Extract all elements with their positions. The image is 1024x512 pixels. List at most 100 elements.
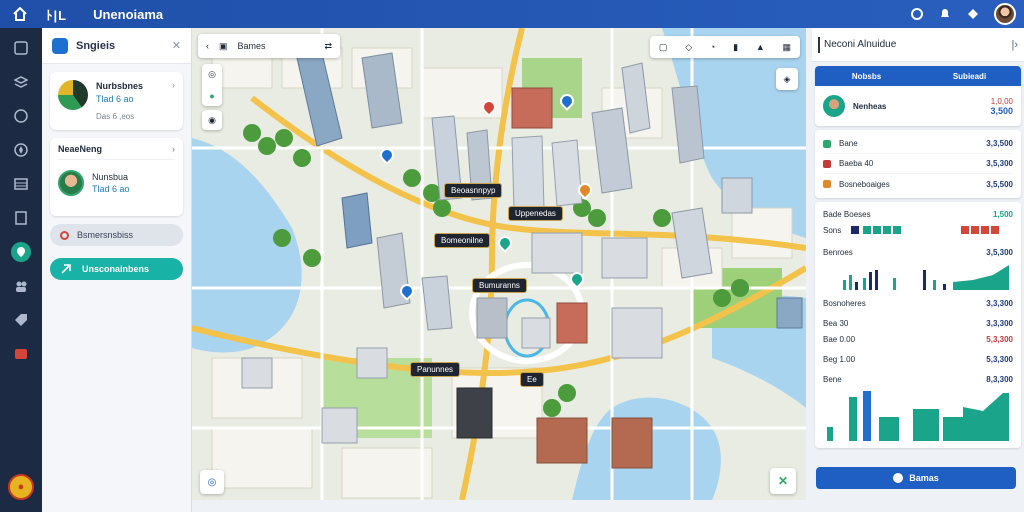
home-icon[interactable] — [0, 0, 40, 28]
stats-row: Bae 0.00 5,3,300 — [823, 331, 1013, 347]
sparkline-chart-1 — [843, 265, 1009, 290]
tab-1[interactable]: Nobsbs — [815, 72, 918, 81]
status-dot-icon — [823, 159, 831, 168]
stats-label: Bae 0.00 — [823, 334, 856, 344]
list-item-label: Bane — [839, 139, 858, 148]
status-dot-icon — [823, 139, 831, 148]
map-label[interactable]: Bomeonilne — [434, 233, 491, 248]
grid-icon[interactable]: ▢ — [659, 42, 668, 53]
list-item[interactable]: Baeba 40 3,5,300 — [823, 154, 1013, 174]
swap-icon[interactable]: ⇄ — [324, 41, 332, 52]
stats-label: Bosnoheres — [823, 298, 866, 308]
stats-label: Bene — [823, 374, 842, 384]
settings-icon[interactable] — [966, 7, 980, 21]
close-icon[interactable]: ✕ — [172, 39, 181, 52]
check-icon — [893, 473, 904, 483]
contact-sub: Tlad 6 ao — [92, 184, 130, 194]
stats-row: Sons — [823, 222, 1013, 238]
profile-badge[interactable]: ● — [8, 474, 34, 500]
stats-value: 5,3,300 — [986, 354, 1013, 364]
map-label[interactable]: Uppenedas — [508, 206, 563, 221]
top-bar: ﾄ|L Unenoiama — [0, 0, 1024, 28]
contact-avatar — [58, 170, 84, 196]
chevron-right-icon[interactable]: › — [172, 80, 175, 122]
person-tabs: Nobsbs Subieadi — [815, 66, 1021, 86]
compass-icon[interactable] — [11, 140, 31, 160]
summary-line-1: Nurbsbnes — [96, 81, 144, 91]
map-label[interactable]: Ee — [520, 372, 544, 387]
shield-icon[interactable]: ◇ — [685, 42, 692, 53]
stats-value: 3,5,300 — [986, 247, 1013, 257]
list-item-value: 3,5,500 — [986, 179, 1013, 189]
stats-value: 5,3,300 — [986, 334, 1013, 344]
stats-label: Sons — [823, 225, 842, 235]
stats-label: Beg 1.00 — [823, 354, 856, 364]
person-name: Nenheas — [853, 101, 887, 111]
bell-icon[interactable] — [938, 7, 952, 21]
right-panel: Neconi Alnuidue |› Nobsbs Subieadi Nenhe… — [812, 28, 1024, 512]
collapse-icon[interactable]: |› — [1011, 39, 1018, 51]
list-item[interactable]: Bane 3,3,500 — [823, 134, 1013, 154]
layers-icon[interactable]: ◈ — [776, 68, 798, 90]
list-icon[interactable] — [11, 174, 31, 194]
link-icon — [61, 264, 71, 274]
dashboard-icon[interactable] — [11, 38, 31, 58]
users-icon[interactable] — [11, 276, 31, 296]
cursor-icon[interactable]: ▲ — [756, 42, 765, 52]
icon-rail: ● — [0, 28, 42, 512]
map-label[interactable]: Panunnes — [410, 362, 461, 377]
filter-pill[interactable]: Bsmersnsbiss — [50, 224, 183, 246]
contact-card-title: NeaeNeng — [58, 144, 103, 154]
stats-row: Beg 1.00 5,3,300 — [823, 351, 1013, 367]
contact-card[interactable]: NeaeNeng › Nunsbua Tlad 6 ao — [50, 138, 183, 216]
tab-2[interactable]: Subieadi — [918, 72, 1021, 81]
primary-button-label: Bamas — [909, 473, 939, 483]
summary-card[interactable]: Nurbsbnes Tlad 6 ao Das 6 ,eos › — [50, 72, 183, 130]
color-scale — [851, 226, 1000, 234]
locate-icon[interactable]: ◉ — [202, 110, 222, 130]
layers-icon[interactable] — [11, 72, 31, 92]
alert-icon[interactable] — [11, 344, 31, 364]
right-panel-title: Neconi Alnuidue — [824, 39, 897, 50]
map-label[interactable]: Beoasnnpyp — [444, 183, 503, 198]
location-pin-icon[interactable] — [11, 242, 31, 262]
image-icon[interactable]: ▦ — [783, 42, 792, 53]
globe-icon[interactable] — [11, 106, 31, 126]
list-item-label: Bosneboaiges — [839, 179, 890, 189]
user-avatar[interactable] — [994, 3, 1016, 25]
zoom-out-icon[interactable]: ● — [209, 91, 214, 101]
page-title: Unenoiama — [93, 6, 164, 22]
divider — [818, 36, 820, 53]
primary-action-label: Unsconainbens — [82, 264, 150, 274]
record-icon — [60, 230, 69, 240]
gps-icon[interactable]: ◎ — [200, 470, 224, 494]
person-value-2: 3,500 — [990, 105, 1013, 116]
left-panel: Sngieis ✕ Nurbsbnes Tlad 6 ao Das 6 ,eos… — [42, 28, 192, 512]
back-icon[interactable]: ‹ — [206, 41, 209, 51]
pie-icon — [58, 80, 88, 110]
map-search-bar[interactable]: ‹ ▣ Bames ⇄ — [198, 34, 340, 58]
primary-button[interactable]: Bamas — [816, 467, 1016, 489]
map-view[interactable]: ‹ ▣ Bames ⇄ ▢ ◇ ◔ ▮ ▲ ▦ ◎ ● ◉ ◈ ◎ ✕ Beoa… — [192, 28, 806, 500]
brand-label: ﾄ|L — [46, 7, 68, 23]
compass-icon[interactable]: ◔ — [710, 42, 715, 52]
chevron-right-icon[interactable]: › — [172, 144, 175, 154]
app-logo-icon — [52, 37, 68, 54]
map-search-input[interactable]: Bames — [238, 41, 266, 51]
stats-row: Benroes 3,5,300 — [823, 244, 1013, 260]
stats-label: Benroes — [823, 247, 853, 257]
topbar-actions — [910, 3, 1016, 25]
refresh-icon[interactable] — [910, 7, 924, 21]
map-canvas[interactable] — [192, 28, 806, 500]
list-item[interactable]: Bosneboaiges 3,5,500 — [823, 174, 1013, 194]
status-dot-icon — [823, 180, 831, 188]
tag-icon[interactable] — [11, 310, 31, 330]
stats-row: Bene 8,3,300 — [823, 371, 1013, 387]
primary-action-pill[interactable]: Unsconainbens — [50, 258, 183, 280]
document-icon[interactable] — [11, 208, 31, 228]
map-label[interactable]: Bumuranns — [472, 278, 527, 293]
summary-line-2: Tlad 6 ao — [96, 94, 134, 104]
lock-icon[interactable]: ▮ — [733, 42, 738, 53]
right-panel-header: Neconi Alnuidue |› — [812, 28, 1024, 62]
zoom-in-icon[interactable]: ◎ — [208, 69, 216, 80]
